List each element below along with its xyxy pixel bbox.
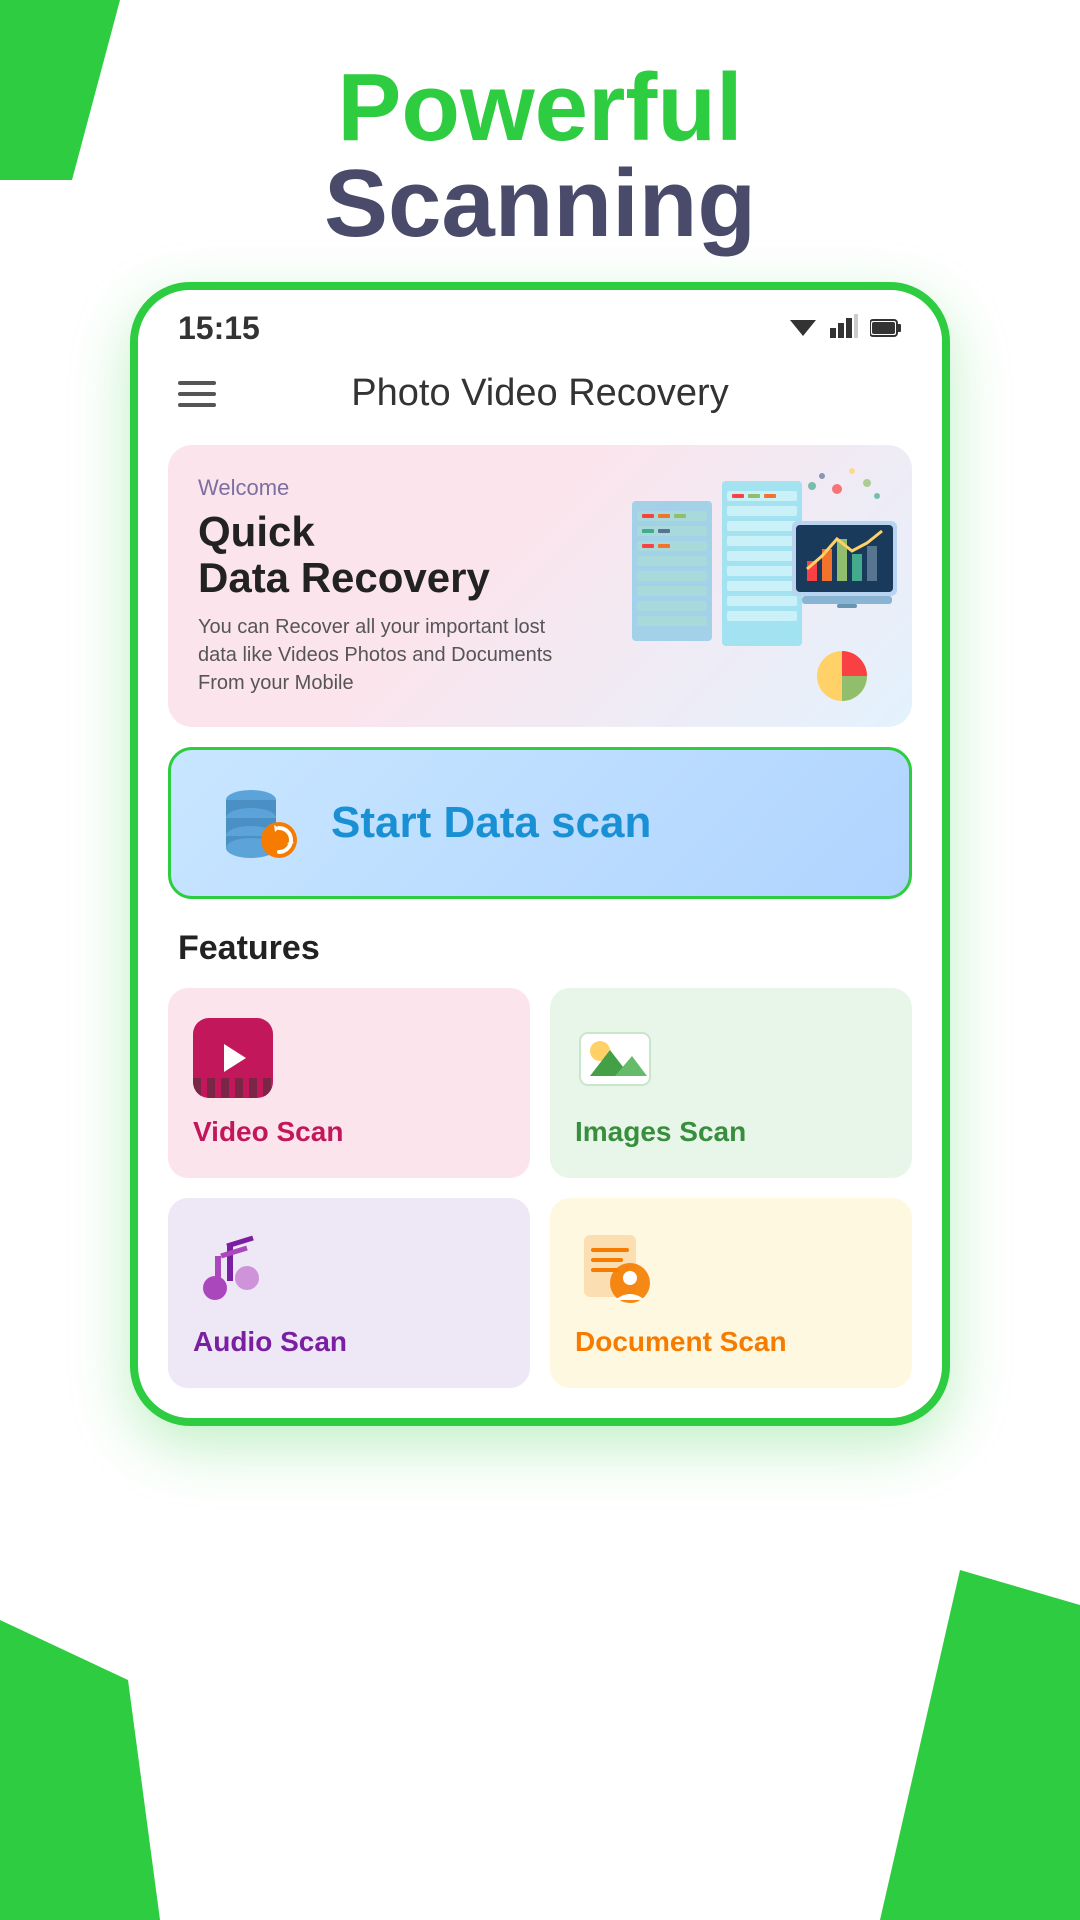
- play-icon: [224, 1044, 246, 1072]
- features-section: Features Video Scan: [138, 919, 942, 1398]
- phone-frame: 15:15: [130, 282, 950, 1426]
- wifi-icon: [788, 313, 818, 345]
- images-scan-icon: [575, 1018, 655, 1098]
- status-time: 15:15: [178, 310, 260, 347]
- bg-shape-bottom-left: [0, 1620, 160, 1920]
- header-title-line2: Scanning: [0, 156, 1080, 252]
- app-title: Photo Video Recovery: [216, 372, 864, 415]
- signal-icon: [830, 313, 858, 345]
- banner-welcome-label: Welcome: [198, 475, 582, 501]
- banner-title-line2: Data Recovery: [198, 554, 490, 601]
- feature-card-audio[interactable]: Audio Scan: [168, 1198, 530, 1388]
- database-scan-icon: [211, 778, 301, 868]
- features-grid: Video Scan Images Scan: [168, 988, 912, 1388]
- banner-description: You can Recover all your important lost …: [198, 613, 582, 697]
- banner-image: [612, 445, 912, 727]
- hamburger-line-2: [178, 392, 216, 396]
- banner-title: Quick Data Recovery: [198, 509, 582, 601]
- document-scan-icon: [575, 1228, 655, 1308]
- images-scan-label: Images Scan: [575, 1116, 746, 1148]
- header: Powerful Scanning: [0, 0, 1080, 282]
- audio-scan-icon: [193, 1228, 273, 1308]
- feature-card-document[interactable]: Document Scan: [550, 1198, 912, 1388]
- video-scan-label: Video Scan: [193, 1116, 343, 1148]
- feature-card-video[interactable]: Video Scan: [168, 988, 530, 1178]
- video-scan-icon: [193, 1018, 273, 1098]
- header-title-line1: Powerful: [0, 60, 1080, 156]
- bg-shape-bottom-right: [880, 1570, 1080, 1920]
- hamburger-line-1: [178, 381, 216, 385]
- hamburger-menu[interactable]: [178, 381, 216, 407]
- features-title: Features: [168, 929, 912, 968]
- banner-title-line1: Quick: [198, 508, 315, 555]
- audio-scan-label: Audio Scan: [193, 1326, 347, 1358]
- banner-text: Welcome Quick Data Recovery You can Reco…: [168, 445, 612, 727]
- battery-icon: [870, 313, 902, 345]
- document-scan-label: Document Scan: [575, 1326, 787, 1358]
- start-scan-label: Start Data scan: [331, 798, 651, 848]
- start-scan-button[interactable]: Start Data scan: [168, 747, 912, 899]
- welcome-banner: Welcome Quick Data Recovery You can Reco…: [168, 445, 912, 727]
- hamburger-line-3: [178, 403, 216, 407]
- status-icons: [788, 313, 902, 345]
- status-bar: 15:15: [138, 290, 942, 357]
- top-bar: Photo Video Recovery: [138, 357, 942, 435]
- feature-card-images[interactable]: Images Scan: [550, 988, 912, 1178]
